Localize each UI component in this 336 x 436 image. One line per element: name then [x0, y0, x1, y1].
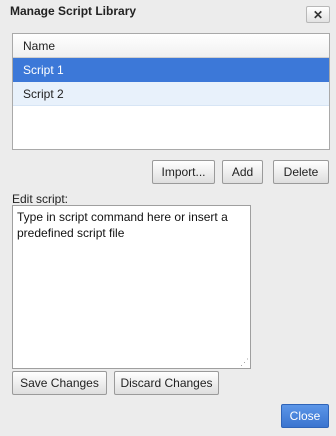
edit-script-label: Edit script:	[12, 192, 69, 206]
list-item-script-1[interactable]: Script 1	[13, 58, 329, 82]
dialog-titlebar: Manage Script Library ✕	[0, 0, 336, 26]
script-list: Name Script 1 Script 2	[12, 33, 330, 150]
discard-changes-button[interactable]: Discard Changes	[114, 371, 219, 395]
list-header-name[interactable]: Name	[13, 34, 329, 58]
import-button[interactable]: Import...	[152, 160, 215, 184]
resize-grip-icon[interactable]: ⋰	[239, 357, 249, 367]
list-item-script-2[interactable]: Script 2	[13, 82, 329, 106]
add-button[interactable]: Add	[222, 160, 263, 184]
delete-button[interactable]: Delete	[273, 160, 329, 184]
save-changes-button[interactable]: Save Changes	[12, 371, 107, 395]
script-editor-textarea[interactable]: Type in script command here or insert a …	[12, 205, 251, 369]
close-icon[interactable]: ✕	[306, 6, 330, 23]
manage-script-library-dialog: Manage Script Library ✕ Name Script 1 Sc…	[0, 0, 336, 436]
dialog-title: Manage Script Library	[10, 4, 137, 18]
close-button[interactable]: Close	[281, 404, 329, 428]
